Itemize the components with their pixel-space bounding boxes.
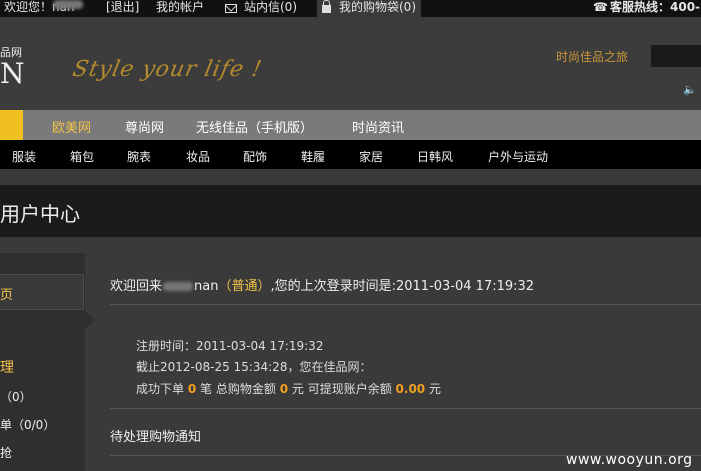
hotline: 客服热线：400- [610,0,701,14]
redacted-username [163,282,194,291]
slogan: Style your life ! [70,57,265,82]
page-title-bar: 用户中心 [0,185,701,237]
sidebar-arrow-icon [84,310,95,330]
nav-item-luxury[interactable]: 尊尚网 [125,117,164,136]
cart-label: 我的购物袋(0) [339,0,416,14]
category-item[interactable]: 服装 [12,148,36,165]
speaker-icon[interactable]: 🔈 [683,83,697,96]
lock-icon [322,0,331,13]
tagline: 时尚佳品之旅 [556,50,629,64]
category-item[interactable]: 鞋履 [301,148,325,165]
page-title: 用户中心 [0,202,80,226]
header: 品网 N Style your life ! 时尚佳品之旅 🔈 [0,17,701,110]
logo[interactable]: N [0,57,26,90]
sidebar-item-orders[interactable]: 单（0/0） [0,416,55,433]
register-time: 注册时间：2011-03-04 17:19:32 [136,339,324,353]
nav-item-europe[interactable]: 欧美网 [52,117,91,136]
sidebar-item-flash[interactable]: 抢 [0,444,12,461]
category-item[interactable]: 箱包 [70,148,94,165]
sidebar-item-favorites[interactable]: （0） [0,388,32,405]
category-nav: 服装 箱包 腕表 妆品 配饰 鞋履 家居 日韩风 户外与运动 [0,140,701,169]
total-amount: 0 [279,382,289,396]
divider [110,304,701,305]
category-item[interactable]: 户外与运动 [488,148,548,165]
category-item[interactable]: 妆品 [186,148,210,165]
my-account-link[interactable]: 我的帐户 [156,0,204,15]
redacted-username [53,0,84,9]
phone-icon: ☎ [593,0,608,14]
account-stats: 成功下单 0 笔 总购物金额 0 元 可提现账户余额 0.00 元 [136,382,441,396]
category-item[interactable]: 配饰 [243,148,267,165]
sidebar-section-title: 理 [0,360,14,376]
sidebar-item-label: 页 [0,288,14,303]
sidebar-item-home[interactable]: 页 [0,274,84,310]
nav-home-tab[interactable] [0,110,23,140]
category-item[interactable]: 家居 [359,148,383,165]
messages-link[interactable]: 站内信(0) [244,0,297,15]
orders-count: 0 [187,382,197,396]
category-item[interactable]: 日韩风 [417,148,453,165]
category-item[interactable]: 腕表 [127,148,151,165]
balance-amount: 0.00 [395,382,426,396]
as-of-text: 截止2012-08-25 15:34:28，您在佳品网： [136,360,372,374]
nav-item-fashion-news[interactable]: 时尚资讯 [352,117,404,136]
nav-item-mobile[interactable]: 无线佳品（手机版） [196,117,313,136]
mail-icon [225,4,237,13]
welcome-greeting: 欢迎您！nan [4,0,84,15]
welcome-message: 欢迎回来 nan（普通）,您的上次登录时间是:2011-03-04 17:19:3… [110,279,535,294]
divider [110,408,701,409]
member-level-link[interactable]: （普通） [218,279,270,294]
logout-link[interactable]: [退出] [106,0,139,15]
search-input[interactable] [651,45,701,67]
primary-nav: 欧美网 尊尚网 无线佳品（手机版） 时尚资讯 [0,110,701,140]
pending-notice-title: 待处理购物通知 [110,430,202,445]
top-bar: 欢迎您！nan [退出] 我的帐户 站内信(0) 我的购物袋(0) ☎ 客服热线… [0,0,701,17]
watermark: www.wooyun.org [566,452,693,468]
